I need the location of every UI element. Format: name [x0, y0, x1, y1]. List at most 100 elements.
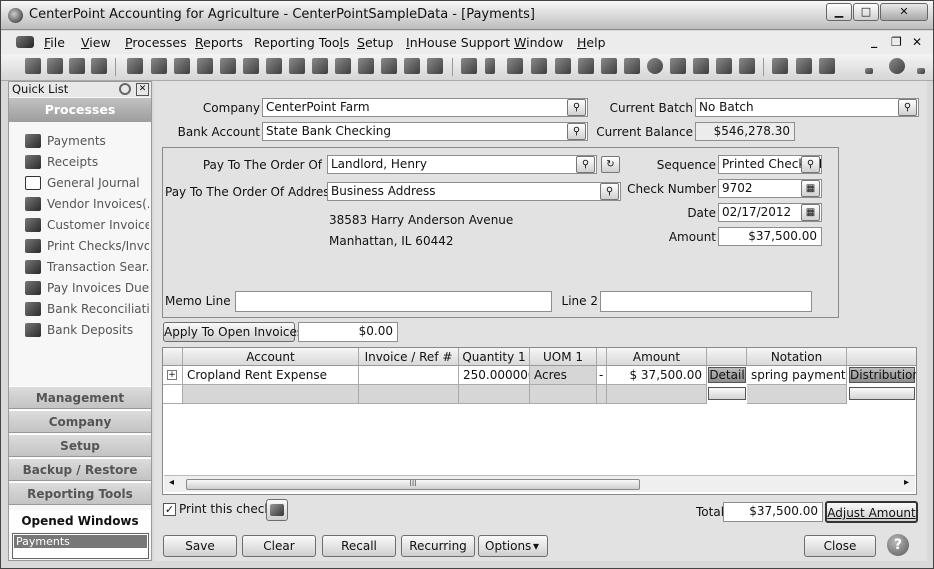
grid-header-notation[interactable]: Notation: [747, 348, 847, 366]
toolbar-icon-21[interactable]: [507, 58, 523, 74]
toolbar-icon-24[interactable]: [578, 58, 594, 74]
menu-processes[interactable]: Processes: [125, 35, 187, 50]
toolbar-globe-icon[interactable]: [889, 58, 905, 74]
detail-button[interactable]: Detail: [708, 367, 746, 383]
quick-list-close-icon[interactable]: ✕: [136, 83, 149, 96]
opened-window-payments[interactable]: Payments: [14, 535, 147, 548]
toolbar-icon-25[interactable]: [601, 58, 617, 74]
cell-uom[interactable]: Acres: [530, 366, 597, 385]
cell-account[interactable]: Cropland Rent Expense: [183, 366, 359, 385]
sequence-search-icon[interactable]: ⚲: [801, 156, 820, 173]
quick-list-item-transaction-search[interactable]: Transaction Sear...: [23, 259, 149, 277]
pay-to-search-icon[interactable]: ⚲: [576, 156, 595, 173]
amount-field[interactable]: $37,500.00: [718, 227, 822, 246]
toolbar-icon-9[interactable]: [220, 58, 236, 74]
memo-line-1-field[interactable]: [235, 291, 552, 312]
toolbar-icon-3[interactable]: [69, 58, 85, 74]
new-row-detail-button[interactable]: [708, 387, 746, 400]
toolbar-icon-23[interactable]: [555, 58, 571, 74]
mdi-restore-button[interactable]: ❐: [891, 35, 902, 49]
horizontal-scrollbar[interactable]: ◂ III ▸: [164, 475, 915, 492]
toolbar-overflow-icon-2[interactable]: [917, 68, 925, 74]
toolbar-icon-12[interactable]: [289, 58, 305, 74]
apply-to-open-invoices-button[interactable]: Apply To Open Invoices: [163, 322, 303, 342]
cell-amount[interactable]: $ 37,500.00: [607, 366, 707, 385]
maximize-button[interactable]: □: [853, 3, 879, 21]
new-row-uom[interactable]: [530, 385, 597, 404]
toolbar-icon-29[interactable]: [693, 58, 709, 74]
quick-list-item-vendor-invoices[interactable]: Vendor Invoices(...: [23, 196, 149, 214]
cell-quantity[interactable]: 250.000000: [459, 366, 530, 385]
scroll-right-icon[interactable]: ▸: [904, 477, 909, 488]
cell-notation[interactable]: spring payment: [747, 366, 847, 385]
cell-uom-dropdown[interactable]: -: [597, 366, 607, 385]
new-row-quantity[interactable]: [459, 385, 530, 404]
toolbar-icon-30[interactable]: [716, 58, 732, 74]
bank-account-field[interactable]: State Bank Checking: [262, 122, 588, 141]
print-check-checkbox[interactable]: ✓: [163, 503, 176, 516]
menu-view[interactable]: View: [81, 35, 111, 50]
options-button[interactable]: Options ▾: [478, 535, 548, 557]
toolbar-icon-14[interactable]: [335, 58, 351, 74]
quick-list-item-receipts[interactable]: Receipts: [23, 154, 149, 172]
menu-inhouse-support[interactable]: InHouse Support: [406, 35, 510, 50]
menu-file[interactable]: File: [44, 35, 65, 50]
table-row-expand[interactable]: +: [163, 366, 183, 385]
quick-list-item-general-journal[interactable]: General Journal: [23, 175, 149, 193]
new-row-account[interactable]: [183, 385, 359, 404]
pay-to-field[interactable]: Landlord, Henry: [327, 155, 597, 174]
toolbar-clock-icon[interactable]: [647, 58, 663, 74]
recurring-button[interactable]: Recurring: [401, 535, 475, 557]
current-batch-field[interactable]: No Batch: [695, 98, 919, 117]
quick-list-item-bank-deposits[interactable]: Bank Deposits: [23, 322, 149, 340]
expand-icon[interactable]: +: [167, 370, 177, 380]
section-backup-restore[interactable]: Backup / Restore: [9, 458, 151, 481]
quick-list-item-payments[interactable]: Payments: [23, 133, 149, 151]
new-row-notation[interactable]: [747, 385, 847, 404]
quick-list-item-customer-invoice[interactable]: Customer Invoice...: [23, 217, 149, 235]
menu-reporting-tools[interactable]: Reporting Tools: [254, 35, 350, 50]
section-management-reports[interactable]: Management Reports: [9, 386, 151, 427]
company-search-icon[interactable]: ⚲: [567, 99, 586, 116]
menu-reports[interactable]: Reports: [195, 35, 243, 50]
quick-list-item-print-checks[interactable]: Print Checks/Invo...: [23, 238, 149, 256]
mdi-close-button[interactable]: ✕: [912, 35, 922, 49]
toolbar-icon-15[interactable]: [358, 58, 374, 74]
grid-header-uom[interactable]: UOM 1: [530, 348, 597, 366]
distribution-button[interactable]: Distribution: [849, 367, 916, 383]
toolbar-printer-icon[interactable]: [243, 58, 259, 74]
help-icon[interactable]: ?: [887, 534, 909, 556]
toolbar-icon-34[interactable]: [819, 58, 835, 74]
menu-app-icon[interactable]: [16, 36, 34, 48]
clear-button[interactable]: Clear: [242, 535, 316, 557]
section-setup[interactable]: Setup: [9, 434, 151, 457]
print-preview-button[interactable]: [266, 499, 288, 521]
pay-to-address-search-icon[interactable]: ⚲: [600, 183, 619, 200]
new-row-invoice-ref[interactable]: [359, 385, 459, 404]
menu-window[interactable]: Window: [514, 35, 563, 50]
company-field[interactable]: CenterPoint Farm: [262, 98, 588, 117]
toolbar-icon-11[interactable]: [266, 58, 282, 74]
scroll-thumb[interactable]: III: [186, 479, 640, 490]
check-number-calc-icon[interactable]: ▦: [801, 180, 820, 197]
quick-list-item-pay-invoices-due[interactable]: Pay Invoices Due: [23, 280, 149, 298]
toolbar-receipts-icon[interactable]: [151, 58, 167, 74]
toolbar-icon-28[interactable]: [670, 58, 686, 74]
date-calendar-icon[interactable]: ▦: [801, 204, 820, 221]
toolbar-icon-1[interactable]: [25, 58, 41, 74]
scroll-left-icon[interactable]: ◂: [169, 477, 174, 488]
toolbar-icon-20[interactable]: [485, 58, 495, 74]
close-window-button[interactable]: ✕: [880, 3, 928, 21]
toolbar-icon-2[interactable]: [47, 58, 63, 74]
toolbar-payments-icon[interactable]: [127, 58, 143, 74]
toolbar-icon-33[interactable]: [796, 58, 812, 74]
toolbar-icon-17[interactable]: [404, 58, 420, 74]
toolbar-icon-32[interactable]: [772, 58, 788, 74]
quick-list-item-bank-reconciliation[interactable]: Bank Reconciliati...: [23, 301, 149, 319]
toolbar-icon-4[interactable]: [91, 58, 107, 74]
cell-invoice-ref[interactable]: [359, 366, 459, 385]
grid-header-amount[interactable]: Amount: [607, 348, 707, 366]
recall-button[interactable]: Recall: [322, 535, 396, 557]
menu-help[interactable]: Help: [577, 35, 606, 50]
mdi-minimize-button[interactable]: _: [871, 33, 877, 48]
